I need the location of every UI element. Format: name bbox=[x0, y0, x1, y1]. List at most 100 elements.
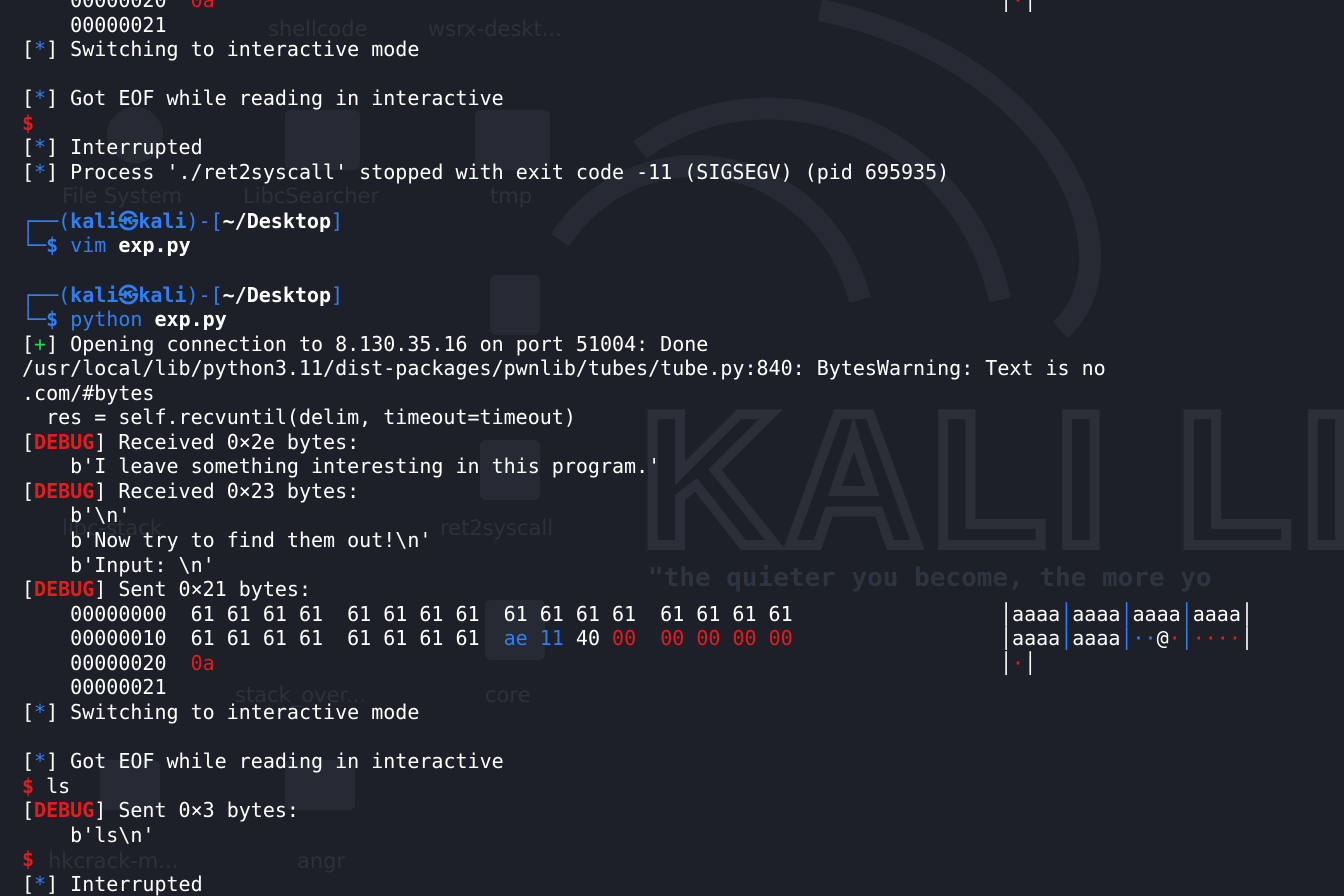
hexdump-separator: │ bbox=[1240, 626, 1253, 651]
terminal-text: ] Received 0×2e bytes: bbox=[94, 429, 360, 454]
terminal-text: ae 11 bbox=[503, 626, 564, 651]
terminal-text: [ bbox=[22, 699, 35, 724]
hexdump-separator: │ bbox=[1024, 650, 1037, 675]
terminal-text: ] Sent 0×21 bytes: bbox=[94, 577, 312, 602]
hexdump-separator: │ bbox=[1000, 0, 1013, 12]
terminal-text: 40 bbox=[563, 626, 613, 651]
terminal-text: * bbox=[34, 699, 47, 724]
terminal-line: [DEBUG] Received 0×2e bytes: bbox=[22, 430, 1344, 455]
terminal-line: [*] Interrupted bbox=[22, 135, 1344, 160]
hexdump-ascii-cell: aaaa bbox=[1132, 601, 1181, 626]
terminal-line: 00000020 0a │·│ bbox=[22, 651, 1344, 676]
terminal-line: [*] Switching to interactive mode bbox=[22, 700, 1344, 725]
terminal-text: ] Got EOF while reading in interactive bbox=[46, 86, 504, 111]
hexdump-separator: │ bbox=[1000, 626, 1013, 651]
terminal-text: ] Sent 0×3 bytes: bbox=[94, 798, 299, 823]
hexdump-ascii-box: │aaaa│aaaa│aaaa│aaaa│ bbox=[1000, 602, 1253, 627]
terminal-text: + bbox=[34, 331, 47, 356]
terminal-text: DEBUG bbox=[34, 429, 95, 454]
hexdump-ascii-cell: aaaa bbox=[1072, 601, 1121, 626]
terminal-text: [ bbox=[22, 577, 35, 602]
terminal-line: b'I leave something interesting in this … bbox=[22, 454, 1344, 479]
terminal-line: ┌──(kali㉿kali)-[~/Desktop] bbox=[22, 209, 1344, 234]
terminal-line: b'ls\n' bbox=[22, 823, 1344, 848]
terminal-text: $ bbox=[46, 307, 71, 332]
terminal-line: [DEBUG] Received 0×23 bytes: bbox=[22, 479, 1344, 504]
terminal-text: [ bbox=[22, 37, 35, 62]
terminal-text: ] bbox=[331, 208, 344, 233]
terminal-text: DEBUG bbox=[34, 577, 95, 602]
terminal-text: └─ bbox=[22, 233, 47, 258]
terminal-line: [*] Interrupted bbox=[22, 872, 1344, 896]
terminal-text: [ bbox=[22, 871, 35, 896]
hexdump-separator: │ bbox=[1180, 626, 1193, 651]
hexdump-separator: │ bbox=[1120, 601, 1133, 626]
hexdump-separator: │ bbox=[1060, 626, 1073, 651]
terminal-text: ~/Desktop bbox=[222, 208, 331, 233]
terminal-text: ls bbox=[34, 773, 71, 798]
terminal-text: ] bbox=[331, 282, 344, 307]
hexdump-separator: │ bbox=[1180, 601, 1193, 626]
terminal-text: ] Received 0×23 bytes: bbox=[94, 478, 360, 503]
terminal-text: [ bbox=[22, 478, 35, 503]
terminal-text: 00000021 bbox=[22, 675, 167, 700]
hexdump-ascii-cell: ···· bbox=[1192, 626, 1241, 651]
hexdump-separator: │ bbox=[1024, 0, 1037, 12]
terminal-text: ] Switching to interactive mode bbox=[46, 699, 420, 724]
terminal-output[interactable]: 00000020 0a │·│ 00000021 [*] Switching to … bbox=[22, 0, 1344, 896]
terminal-text: $ bbox=[46, 233, 71, 258]
terminal-text: [ bbox=[22, 429, 35, 454]
terminal-text: * bbox=[34, 86, 47, 111]
terminal-line: 00000010 61 61 61 61 61 61 61 61 ae 11 4… bbox=[22, 626, 1344, 651]
terminal-text: DEBUG bbox=[34, 478, 95, 503]
terminal-text: ] Process './ret2syscall' stopped with e… bbox=[46, 159, 950, 184]
terminal-text: $ bbox=[22, 773, 35, 798]
terminal-line: b'Input: \n' bbox=[22, 553, 1344, 578]
terminal-text: * bbox=[34, 37, 47, 62]
hexdump-separator: │ bbox=[1060, 601, 1073, 626]
terminal-text: [ bbox=[22, 331, 35, 356]
terminal-line: [*] Got EOF while reading in interactive bbox=[22, 749, 1344, 774]
terminal-text: * bbox=[34, 871, 47, 896]
terminal-line: $ bbox=[22, 847, 1344, 872]
terminal-text: .com/#bytes bbox=[22, 380, 155, 405]
terminal-line: [*] Got EOF while reading in interactive bbox=[22, 86, 1344, 111]
terminal-line: res = self.recvuntil(delim, timeout=time… bbox=[22, 405, 1344, 430]
terminal-line: [*] Switching to interactive mode bbox=[22, 37, 1344, 62]
terminal-line: └─$ vim exp.py bbox=[22, 233, 1344, 258]
terminal-line: 00000000 61 61 61 61 61 61 61 61 61 61 6… bbox=[22, 602, 1344, 627]
hexdump-ascii-cell: · bbox=[1012, 650, 1025, 675]
terminal-text: $ bbox=[22, 847, 35, 872]
hexdump-ascii-cell: · bbox=[1012, 0, 1025, 12]
terminal-line: $ ls bbox=[22, 774, 1344, 799]
terminal-text: vim bbox=[70, 233, 119, 258]
terminal-text: 00000010 61 61 61 61 61 61 61 61 bbox=[22, 626, 504, 651]
hexdump-separator: │ bbox=[1000, 601, 1013, 626]
terminal-text: 00000000 61 61 61 61 61 61 61 61 61 61 6… bbox=[22, 601, 793, 626]
terminal-text: [ bbox=[22, 798, 35, 823]
terminal-text: exp.py bbox=[118, 233, 191, 258]
terminal-line: 00000020 0a │·│ bbox=[22, 0, 1344, 13]
terminal-line: /usr/local/lib/python3.11/dist-packages/… bbox=[22, 356, 1344, 381]
terminal-line: └─$ python exp.py bbox=[22, 307, 1344, 332]
hexdump-ascii-cell: aaaa bbox=[1072, 626, 1121, 651]
terminal-line: [*] Process './ret2syscall' stopped with… bbox=[22, 160, 1344, 185]
terminal-text: b'\n' bbox=[22, 503, 131, 528]
hexdump-ascii-cell: aaaa bbox=[1012, 601, 1061, 626]
terminal-text: kali㉿kali bbox=[70, 208, 187, 233]
terminal-line: 00000021 bbox=[22, 13, 1344, 38]
terminal-text: ] Got EOF while reading in interactive bbox=[46, 748, 504, 773]
hexdump-ascii-cell: aaaa bbox=[1192, 601, 1241, 626]
terminal-line: [+] Opening connection to 8.130.35.16 on… bbox=[22, 332, 1344, 357]
terminal-line: 00000021 bbox=[22, 675, 1344, 700]
terminal-text: [ bbox=[22, 748, 35, 773]
terminal-line: b'\n' bbox=[22, 503, 1344, 528]
terminal-text: /usr/local/lib/python3.11/dist-packages/… bbox=[22, 356, 1106, 381]
terminal-text: 0a bbox=[190, 650, 215, 675]
terminal-text: └─ bbox=[22, 307, 47, 332]
hexdump-ascii-cell: aaaa bbox=[1012, 626, 1061, 651]
